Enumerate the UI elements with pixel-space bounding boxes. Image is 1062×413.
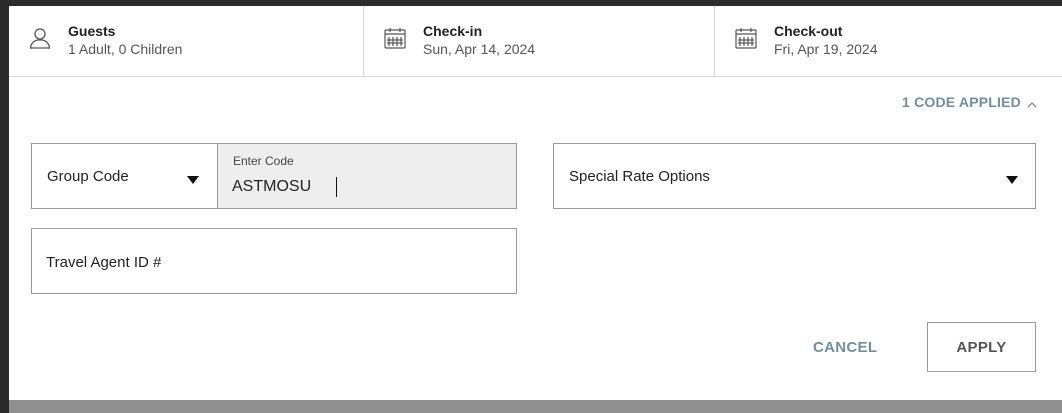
travel-agent-id-input[interactable] [46, 251, 486, 273]
person-icon [28, 26, 52, 50]
booking-summary-bar: Guests 1 Adult, 0 Children Check-in Sun,… [9, 6, 1062, 77]
caret-down-icon [186, 172, 200, 184]
cancel-button[interactable]: CANCEL [795, 322, 895, 372]
codes-applied-toggle[interactable]: 1 CODE APPLIED [902, 94, 1037, 110]
page-bottom-strip [9, 400, 1062, 413]
code-type-selected: Group Code [47, 168, 129, 185]
special-rate-selected: Special Rate Options [569, 168, 710, 185]
special-rate-dropdown[interactable]: Special Rate Options [553, 143, 1036, 209]
guests-title: Guests [68, 23, 116, 39]
check-in-title: Check-in [423, 23, 483, 39]
travel-agent-field[interactable] [31, 228, 517, 294]
code-type-dropdown[interactable]: Group Code [31, 143, 219, 209]
caret-down-icon [1005, 172, 1019, 184]
enter-code-label: Enter Code [233, 154, 294, 168]
check-in-value: Sun, Apr 14, 2024 [423, 41, 536, 57]
enter-code-field[interactable]: Enter Code [217, 143, 517, 209]
apply-button[interactable]: APPLY [927, 322, 1036, 372]
codes-applied-label: 1 CODE APPLIED [902, 94, 1021, 110]
check-out-title: Check-out [774, 23, 843, 39]
check-out-value: Fri, Apr 19, 2024 [774, 41, 878, 57]
text-caret [336, 177, 337, 197]
booking-panel: Guests 1 Adult, 0 Children Check-in Sun,… [9, 6, 1062, 400]
guests-selector[interactable]: Guests 1 Adult, 0 Children [9, 6, 364, 76]
check-in-date-selector[interactable]: Check-in Sun, Apr 14, 2024 [364, 6, 715, 76]
calendar-icon [734, 26, 758, 50]
enter-code-input[interactable] [232, 176, 492, 198]
calendar-icon [383, 26, 407, 50]
guests-value: 1 Adult, 0 Children [68, 41, 183, 57]
chevron-up-icon [1027, 97, 1037, 108]
check-out-date-selector[interactable]: Check-out Fri, Apr 19, 2024 [715, 6, 1062, 76]
